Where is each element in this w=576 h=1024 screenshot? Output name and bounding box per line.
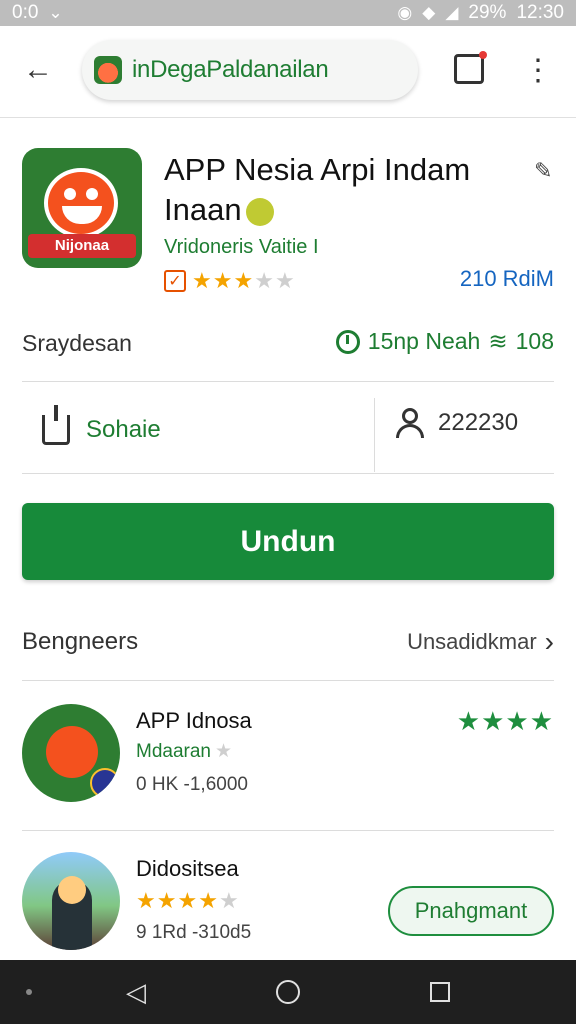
alarm-icon: ◉ xyxy=(397,3,413,22)
item-sub-text: Mdaaran xyxy=(136,740,211,762)
item-meta: 9 1Rd -310d5 xyxy=(136,922,252,943)
person-face xyxy=(58,876,86,904)
see-more-label: Unsadidkmar xyxy=(407,629,537,654)
signal-icon: ≋ xyxy=(488,328,508,354)
notification-dot xyxy=(479,51,487,59)
system-nav-bar: ◁ xyxy=(0,960,576,1024)
users-count: 222230 xyxy=(438,409,519,436)
divider xyxy=(22,830,554,831)
star-filled-icon: ★ xyxy=(177,888,199,913)
star-filled-icon: ★ xyxy=(529,706,554,736)
nav-recents-icon[interactable] xyxy=(420,972,460,1012)
install-button[interactable]: Undun xyxy=(22,503,554,580)
list-item[interactable]: APP Idnosa Mdaaran ★ 0 HK -1,6000 ★★★★ xyxy=(22,704,554,824)
section-title: Bengneers xyxy=(22,628,139,655)
item-rating: ★★★★ xyxy=(457,706,554,737)
nav-home-icon[interactable] xyxy=(268,972,308,1012)
item-rating: ★★★★★ xyxy=(136,888,240,914)
url-text: inDegaPaldanailan xyxy=(132,56,329,83)
character-face xyxy=(46,726,98,778)
review-count[interactable]: 210 RdiM xyxy=(460,266,554,292)
notification-icon: ⌄ xyxy=(48,3,63,22)
person-icon xyxy=(396,408,424,438)
stat-right-text: 15np Neah xyxy=(367,328,481,354)
star-empty-icon: ★ xyxy=(254,268,275,293)
developer-link[interactable]: Vridoneris Vaitie I xyxy=(164,236,319,259)
item-name: Didositsea xyxy=(136,856,239,881)
app-title-text: APP Nesia Arpi Indam Inaan xyxy=(164,152,471,227)
vertical-divider xyxy=(374,398,375,472)
tabs-icon[interactable] xyxy=(454,51,487,84)
divider xyxy=(22,680,554,681)
more-vert-icon[interactable]: ⋮ xyxy=(523,52,553,88)
item-action-button[interactable]: Pnahgmant xyxy=(388,886,554,936)
share-label: Sohaie xyxy=(86,416,161,443)
star-empty-icon: ★ xyxy=(274,268,296,293)
status-right: ◉ ◆ ◢ 29% 12:30 xyxy=(397,2,564,24)
star-filled-icon: ★ xyxy=(136,888,157,913)
app-icon: Nijonaa xyxy=(22,148,142,268)
nav-dot xyxy=(26,989,32,995)
clock: 12:30 xyxy=(516,2,564,23)
chevron-right-icon: › xyxy=(544,626,554,657)
app-title: APP Nesia Arpi Indam Inaan xyxy=(164,150,534,230)
star-filled-icon: ★ xyxy=(481,706,506,736)
item-name: APP Idnosa xyxy=(136,708,252,733)
star-filled-icon: ★ xyxy=(505,706,530,736)
star-filled-icon: ★ xyxy=(456,706,482,736)
rating-row: ✓ ★★★★★ xyxy=(164,268,296,294)
clock-icon xyxy=(335,329,360,354)
stat-right-count: 108 xyxy=(515,328,554,354)
browser-toolbar: ← inDegaPaldanailan ⋮ xyxy=(0,26,576,118)
star-filled-icon: ★ xyxy=(192,268,213,293)
badge-icon xyxy=(90,768,120,798)
status-bar: 0:0 ⌄ ◉ ◆ ◢ 29% 12:30 xyxy=(0,0,576,26)
share-icon xyxy=(42,405,70,445)
url-bar[interactable]: inDegaPaldanailan xyxy=(82,40,418,100)
star-filled-icon: ★ xyxy=(233,268,255,293)
users-count-box: 222230 xyxy=(396,408,518,438)
status-left: 0:0 ⌄ xyxy=(12,2,63,24)
checkbox-icon: ✓ xyxy=(164,270,186,292)
star-empty-icon: ★ xyxy=(218,888,240,913)
star-filled-icon: ★ xyxy=(198,888,219,913)
edit-icon[interactable]: ✎ xyxy=(534,158,552,184)
app-icon-eye-right xyxy=(86,188,98,200)
divider xyxy=(22,381,554,382)
nav-back-icon[interactable]: ◁ xyxy=(116,972,156,1012)
stat-right: 15np Neah ≋ 108 xyxy=(335,328,554,355)
item-sub: Mdaaran ★ xyxy=(136,740,232,763)
back-arrow-icon[interactable]: ← xyxy=(18,50,58,90)
star-filled-icon: ★ xyxy=(212,268,234,293)
share-button[interactable]: Sohaie xyxy=(22,398,362,462)
star-filled-icon: ★ xyxy=(156,888,178,913)
see-more-link[interactable]: Unsadidkmar › xyxy=(407,626,554,658)
item-thumbnail xyxy=(22,704,120,802)
site-favicon-icon xyxy=(94,56,122,84)
app-icon-face xyxy=(44,168,118,238)
emoji-icon xyxy=(245,197,274,226)
item-thumbnail xyxy=(22,852,120,950)
wifi-icon: ◆ xyxy=(422,3,436,22)
app-icon-eye-left xyxy=(64,188,76,200)
divider xyxy=(22,473,554,474)
status-left-text: 0:0 xyxy=(12,2,39,23)
category-label: Sraydesan xyxy=(22,330,132,356)
battery-percent: 29% xyxy=(468,2,507,23)
item-meta: 0 HK -1,6000 xyxy=(136,774,248,795)
signal-icon: ◢ xyxy=(445,3,459,22)
list-item[interactable]: Didositsea ★★★★★ 9 1Rd -310d5 Pnahgmant xyxy=(22,852,554,972)
rating-stars: ★★★★★ xyxy=(192,268,296,294)
star-icon: ★ xyxy=(215,741,233,762)
app-icon-banner: Nijonaa xyxy=(28,234,136,258)
